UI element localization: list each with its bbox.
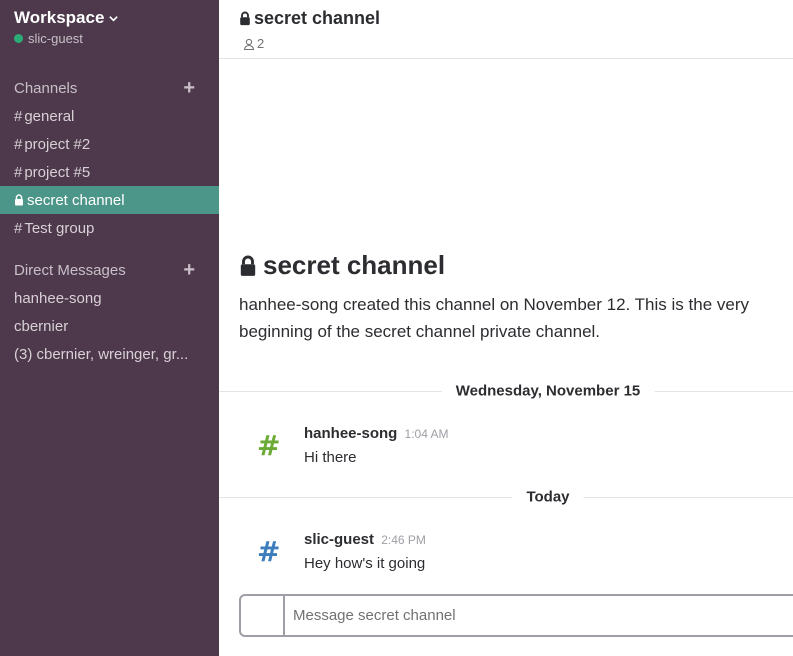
dm-label: (3) cbernier, wreinger, gr... bbox=[14, 345, 189, 363]
avatar-hash-icon[interactable]: # bbox=[257, 535, 281, 568]
message-author[interactable]: hanhee-song bbox=[304, 425, 397, 442]
sidebar-item-project-2[interactable]: # project #2 bbox=[0, 130, 219, 158]
message[interactable]: # slic-guest 2:46 PM Hey how's it going bbox=[219, 531, 793, 591]
channel-label: project #5 bbox=[24, 163, 91, 181]
channels-header: Channels + bbox=[14, 78, 195, 98]
channel-intro: secret channel hanhee-song created this … bbox=[239, 250, 793, 345]
message-input[interactable] bbox=[287, 596, 787, 635]
sidebar-item-secret-channel[interactable]: secret channel bbox=[0, 186, 219, 214]
message-timestamp[interactable]: 1:04 AM bbox=[405, 427, 449, 441]
hash-icon: # bbox=[14, 135, 23, 153]
channel-label: project #2 bbox=[24, 135, 91, 153]
message-author[interactable]: slic-guest bbox=[304, 531, 374, 548]
message-timestamp[interactable]: 2:46 PM bbox=[381, 533, 426, 547]
current-user: slic-guest bbox=[28, 31, 83, 46]
message-composer bbox=[239, 594, 793, 637]
attach-button[interactable] bbox=[241, 596, 285, 635]
presence-dot bbox=[14, 34, 23, 43]
day-divider bbox=[219, 497, 793, 498]
sidebar-item-dm-cbernier[interactable]: cbernier bbox=[0, 312, 219, 340]
dm-label: hanhee-song bbox=[14, 289, 102, 307]
channel-label: secret channel bbox=[27, 191, 125, 209]
sidebar-item-test-group[interactable]: # Test group bbox=[0, 214, 219, 242]
chevron-down-icon[interactable] bbox=[108, 13, 119, 24]
channel-label: general bbox=[24, 107, 75, 125]
intro-title: secret channel bbox=[263, 250, 446, 280]
day-divider-label: Wednesday, November 15 bbox=[441, 382, 655, 400]
message-text: Hi there bbox=[304, 449, 357, 466]
add-channel-icon[interactable]: + bbox=[183, 78, 195, 98]
member-count-label: 2 bbox=[257, 36, 265, 51]
sidebar-item-dm-hanhee-song[interactable]: hanhee-song bbox=[0, 284, 219, 312]
message-text: Hey how's it going bbox=[304, 555, 426, 572]
channel-title[interactable]: secret channel bbox=[254, 8, 380, 29]
sidebar-item-dm-group[interactable]: (3) cbernier, wreinger, gr... bbox=[0, 340, 219, 368]
dm-header: Direct Messages + bbox=[14, 260, 195, 280]
dm-label: cbernier bbox=[14, 317, 69, 335]
hash-icon: # bbox=[14, 219, 23, 237]
intro-text: hanhee-song created this channel on Nove… bbox=[239, 295, 749, 341]
member-icon bbox=[243, 38, 255, 50]
workspace-header[interactable]: Workspace slic-guest bbox=[14, 8, 119, 46]
member-count[interactable]: 2 bbox=[243, 36, 264, 51]
main-panel: secret channel 2 secret channel hanhee-s… bbox=[219, 0, 793, 656]
day-divider-label: Today bbox=[512, 488, 584, 506]
channel-header: secret channel 2 bbox=[219, 0, 793, 59]
hash-icon: # bbox=[14, 107, 23, 125]
sidebar: Workspace slic-guest Channels + # genera… bbox=[0, 0, 219, 656]
avatar-hash-icon[interactable]: # bbox=[257, 429, 281, 462]
lock-icon bbox=[240, 255, 256, 276]
channel-label: Test group bbox=[24, 219, 95, 237]
add-dm-icon[interactable]: + bbox=[183, 260, 195, 280]
message[interactable]: # hanhee-song 1:04 AM Hi there bbox=[219, 425, 793, 485]
hash-icon: # bbox=[14, 163, 23, 181]
sidebar-item-general[interactable]: # general bbox=[0, 102, 219, 130]
lock-icon bbox=[240, 11, 250, 26]
lock-icon bbox=[15, 194, 23, 206]
dm-title[interactable]: Direct Messages bbox=[14, 262, 126, 279]
workspace-name: Workspace bbox=[14, 8, 105, 27]
channels-title[interactable]: Channels bbox=[14, 80, 77, 97]
sidebar-item-project-5[interactable]: # project #5 bbox=[0, 158, 219, 186]
